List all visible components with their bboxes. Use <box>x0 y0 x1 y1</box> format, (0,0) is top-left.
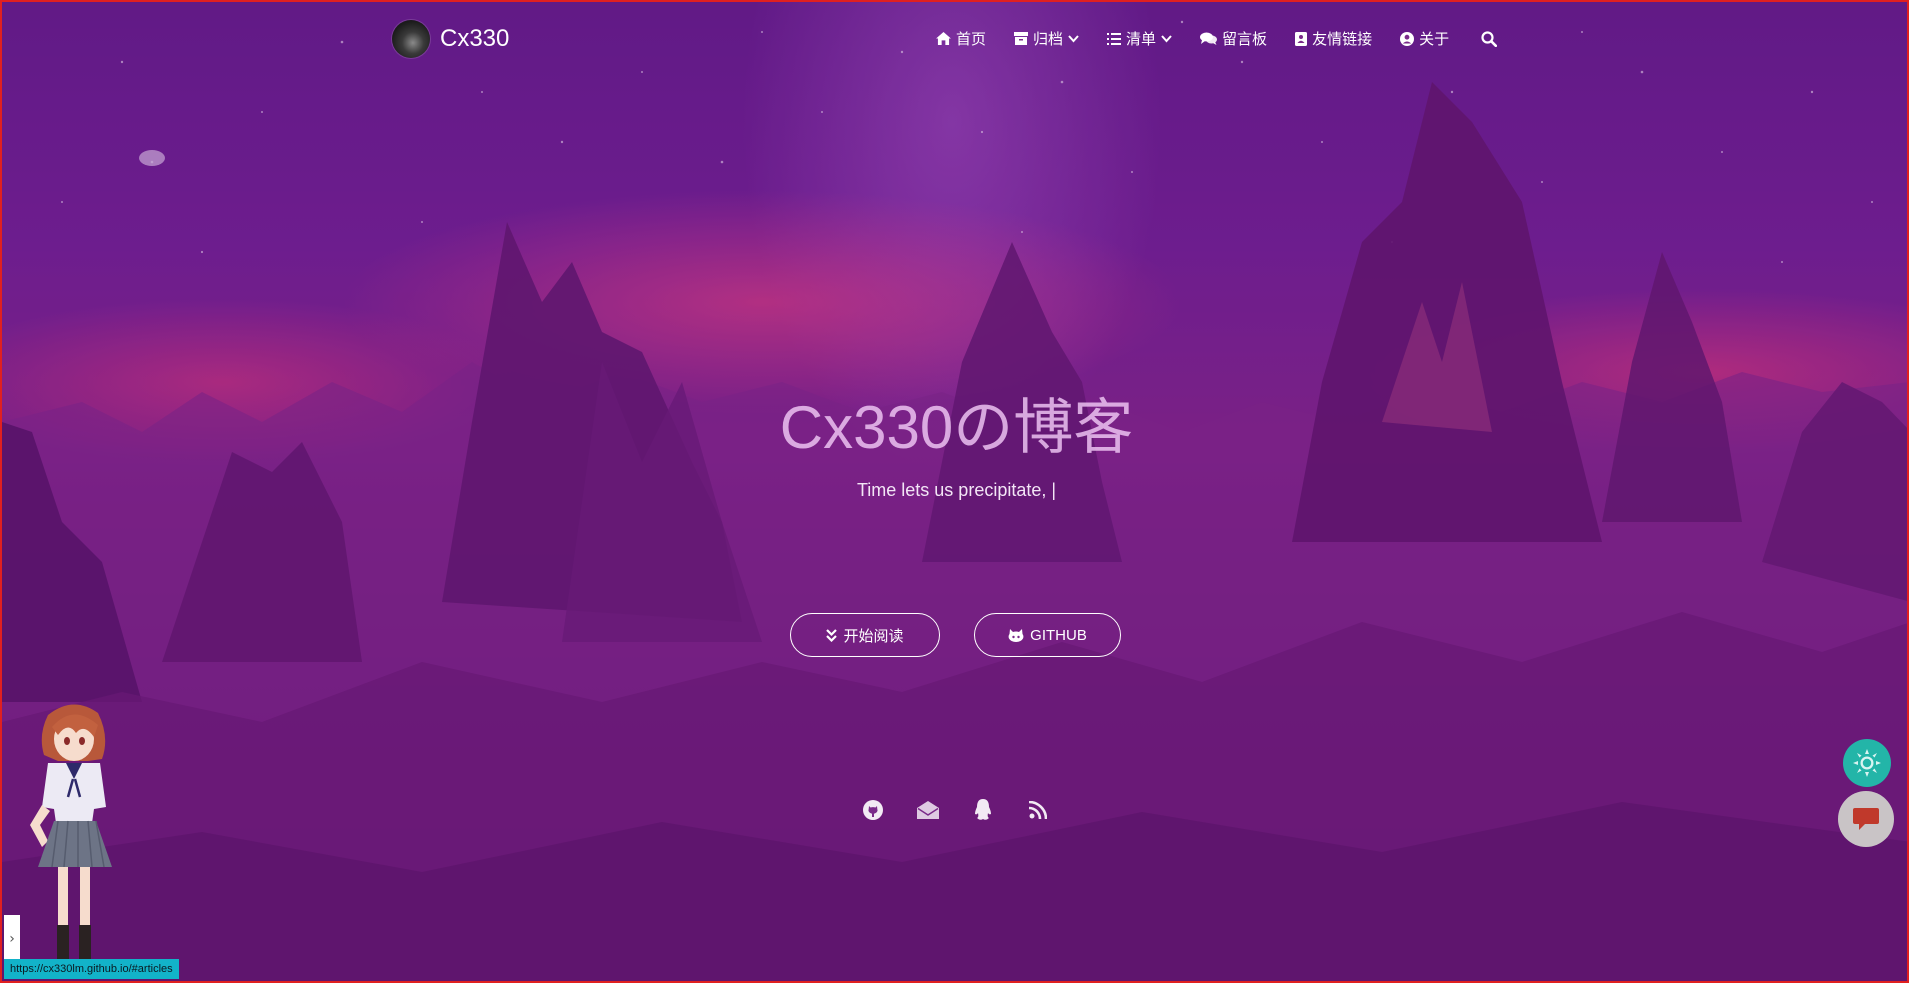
nav-item-archive[interactable]: 归档 <box>1014 28 1079 49</box>
list-icon <box>1107 32 1122 45</box>
comments-icon <box>1200 32 1218 45</box>
status-bar-url: https://cx330lm.github.io/#articles <box>4 959 179 979</box>
home-icon <box>936 32 951 45</box>
hero-title: Cx330の博客 <box>779 394 1134 461</box>
archive-icon <box>1014 32 1029 45</box>
sun-icon <box>1853 749 1881 777</box>
github-icon <box>863 800 883 820</box>
site-name: Cx330 <box>440 25 510 52</box>
nav-item-label: 清单 <box>1126 31 1157 48</box>
anime-mascot[interactable] <box>18 697 128 967</box>
nav-item-label: 留言板 <box>1222 31 1268 48</box>
chevron-down-icon <box>1161 34 1172 42</box>
browser-viewport: Cx330 首页 归档 清单 留言板 友情链接 关于 Cx330の博客 Time… <box>0 0 1909 983</box>
envelope-icon <box>917 801 939 819</box>
nav-item-label: 首页 <box>956 31 987 48</box>
qq-icon <box>975 799 991 820</box>
nav-item-label: 关于 <box>1419 31 1450 48</box>
nav-menu: 首页 归档 清单 留言板 友情链接 关于 <box>936 28 1498 49</box>
rss-icon <box>1029 801 1047 819</box>
social-links <box>862 799 1049 821</box>
double-chevron-down-icon <box>826 628 838 642</box>
site-logo[interactable]: Cx330 <box>392 20 509 58</box>
github-button[interactable]: GITHUB <box>974 613 1121 657</box>
social-email[interactable] <box>917 799 939 821</box>
social-qq[interactable] <box>972 799 994 821</box>
nav-item-about[interactable]: 关于 <box>1400 28 1449 49</box>
start-reading-label: 开始阅读 <box>843 627 904 645</box>
start-reading-button[interactable]: 开始阅读 <box>790 613 940 657</box>
chat-bubble-icon <box>1853 808 1879 830</box>
chevron-down-icon <box>1068 34 1079 42</box>
github-cat-icon <box>1008 629 1024 642</box>
social-github[interactable] <box>862 799 884 821</box>
user-circle-icon <box>1400 31 1415 46</box>
nav-item-friend-links[interactable]: 友情链接 <box>1295 28 1372 49</box>
search-icon <box>1481 30 1498 47</box>
side-panel-toggle[interactable]: › <box>4 915 20 963</box>
avatar <box>392 20 430 58</box>
search-button[interactable] <box>1481 30 1498 47</box>
hero-subtitle-typed: Time lets us precipitate, | <box>856 480 1057 500</box>
github-button-label: GITHUB <box>1030 626 1087 644</box>
nav-item-label: 友情链接 <box>1312 31 1373 48</box>
nav-item-guestbook[interactable]: 留言板 <box>1200 28 1267 49</box>
top-navbar: Cx330 首页 归档 清单 留言板 友情链接 关于 <box>2 2 1907 76</box>
theme-toggle-button[interactable] <box>1843 739 1891 787</box>
nav-item-list[interactable]: 清单 <box>1107 28 1172 49</box>
social-rss[interactable] <box>1027 799 1049 821</box>
chat-button[interactable] <box>1838 791 1894 847</box>
nav-item-label: 归档 <box>1033 31 1064 48</box>
nav-item-home[interactable]: 首页 <box>936 28 986 49</box>
address-book-icon <box>1295 31 1308 46</box>
